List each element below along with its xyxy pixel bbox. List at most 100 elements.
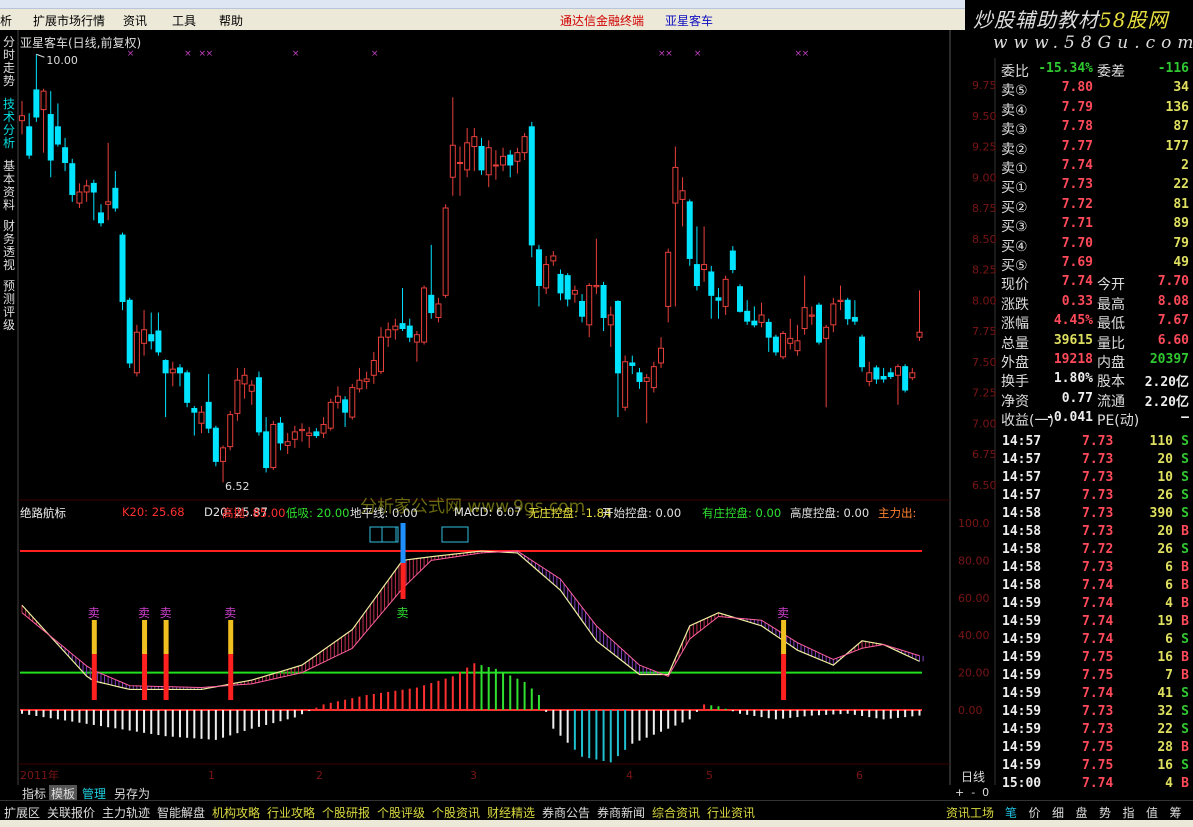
zoom-controls[interactable]: + - 0: [955, 786, 989, 799]
bottom-link[interactable]: 行业攻略: [267, 804, 315, 821]
tick-price: 7.74: [1082, 776, 1114, 791]
candle-body: [794, 340, 801, 352]
bottom-link[interactable]: 券商新闻: [597, 804, 645, 821]
candle: [26, 113, 33, 159]
bottom-link[interactable]: 扩展区: [4, 804, 40, 821]
candle: [105, 142, 112, 221]
bottom-link[interactable]: 智能解盘: [157, 804, 205, 821]
bottom-link[interactable]: 个股评级: [377, 804, 425, 821]
quote-value: 7.77: [1061, 138, 1093, 154]
quote-label: 买②: [1001, 199, 1028, 216]
panel-tab[interactable]: 细: [1052, 804, 1064, 821]
quote-label: 卖③: [1001, 122, 1028, 139]
bottom-link[interactable]: 个股资讯: [432, 804, 480, 821]
bottom-link[interactable]: 关联报价: [47, 804, 95, 821]
price-axis-label: 8.00: [972, 294, 997, 307]
candle-body: [162, 360, 169, 374]
tick-price: 7.74: [1082, 632, 1114, 647]
signal-marker-icon: ×: [292, 49, 300, 59]
panel-tab[interactable]: 指: [1123, 804, 1135, 821]
kline-chart[interactable]: 亚星客车(日线,前复权) 分析家公式网 www.9gs.com 9.759.50…: [0, 30, 1000, 785]
indicator-name[interactable]: 绝路航标: [20, 506, 66, 520]
candle-body: [141, 329, 148, 344]
menu-analysis[interactable]: 析: [0, 12, 12, 29]
panel-tab[interactable]: 值: [1146, 804, 1158, 821]
candle-body: [758, 314, 765, 323]
candle-body: [76, 191, 83, 204]
bottom-link[interactable]: 机构攻略: [212, 804, 260, 821]
candle-body: [299, 428, 306, 432]
candle: [916, 290, 923, 341]
price-axis-label: 6.75: [972, 448, 997, 461]
candle: [428, 244, 435, 319]
panel-tab[interactable]: 价: [1029, 804, 1041, 821]
price-axis-label: 9.50: [972, 110, 997, 123]
news-workshop-link[interactable]: 资讯工场: [946, 804, 994, 821]
tick-row: 14:58 7.74 6 B: [1000, 578, 1193, 597]
candle-body: [413, 334, 420, 343]
quote-value: 89: [1173, 216, 1189, 232]
period-label[interactable]: 日线: [961, 768, 985, 785]
date-axis-label: 5: [706, 769, 713, 782]
candle-body: [464, 142, 471, 171]
panel-tab[interactable]: 笔: [1005, 804, 1017, 821]
indicator-axis-label: 20.00: [958, 667, 990, 680]
price-axis-label: 8.25: [972, 264, 997, 277]
tick-volume: 16: [1157, 650, 1173, 665]
candle-body: [780, 332, 787, 358]
candle-body: [363, 378, 370, 382]
menu-help[interactable]: 帮助: [219, 12, 243, 29]
tick-time: 14:57: [1002, 452, 1042, 467]
menu-extended-market[interactable]: 扩展市场行情: [33, 12, 105, 29]
bottom-link[interactable]: 个股研报: [322, 804, 370, 821]
quote-value: 7.74: [1061, 158, 1093, 173]
quote-value: -116: [1157, 61, 1189, 76]
candle-body: [133, 331, 140, 374]
candle: [413, 331, 420, 362]
candle: [169, 361, 176, 387]
candle: [141, 310, 148, 356]
panel-tab[interactable]: 势: [1099, 804, 1111, 821]
candle: [564, 273, 571, 307]
candle-body: [277, 422, 284, 444]
menu-tools[interactable]: 工具: [172, 12, 196, 29]
sell-signal-label: 卖: [138, 606, 150, 620]
menu-news[interactable]: 资讯: [123, 12, 147, 29]
tick-time: 14:58: [1002, 542, 1042, 557]
panel-tab[interactable]: 筹: [1170, 804, 1182, 821]
panel-tab[interactable]: 盘: [1076, 804, 1088, 821]
bottom-link[interactable]: 券商公告: [542, 804, 590, 821]
signal-bar: [163, 654, 169, 700]
bottom-link[interactable]: 主力轨迹: [102, 804, 150, 821]
quote-label: 买①: [1001, 180, 1028, 197]
bottom-link[interactable]: 财经精选: [487, 804, 535, 821]
candle-body: [543, 264, 550, 289]
tick-time: 14:57: [1002, 470, 1042, 485]
tick-row: 14:58 7.72 26 S: [1000, 542, 1193, 561]
tick-volume: 390: [1149, 506, 1173, 521]
tick-price: 7.74: [1082, 596, 1114, 611]
candle-body: [198, 411, 205, 424]
quote-value: 39615: [1053, 332, 1093, 348]
candle: [392, 318, 399, 340]
candle-body: [69, 163, 76, 195]
price-axis-label: 6.50: [972, 479, 997, 492]
signal-marker-icon: ×: [665, 49, 673, 59]
bottom-bar: 扩展区 关联报价 主力轨迹 智能解盘 机构攻略 行业攻略 个股研报 个股评级 个股资讯 财经精选券…: [0, 800, 1193, 820]
candle-body: [535, 249, 542, 286]
candle-body: [722, 278, 729, 307]
bottom-link[interactable]: 行业资讯: [707, 804, 755, 821]
tick-side: B: [1181, 650, 1189, 665]
bottom-link[interactable]: 综合资讯: [652, 804, 700, 821]
candle: [672, 146, 679, 307]
candle-body: [392, 325, 399, 331]
quote-value: 34: [1173, 80, 1189, 96]
indicator-axis-label: 40.00: [958, 629, 990, 642]
candle-body: [485, 147, 492, 176]
quote-label: 内盘: [1097, 355, 1125, 371]
tick-price: 7.74: [1082, 578, 1114, 593]
candle: [342, 396, 349, 427]
tick-time: 14:58: [1002, 506, 1042, 521]
tick-side: B: [1181, 614, 1189, 629]
signal-marker-icon: ×: [206, 49, 214, 59]
